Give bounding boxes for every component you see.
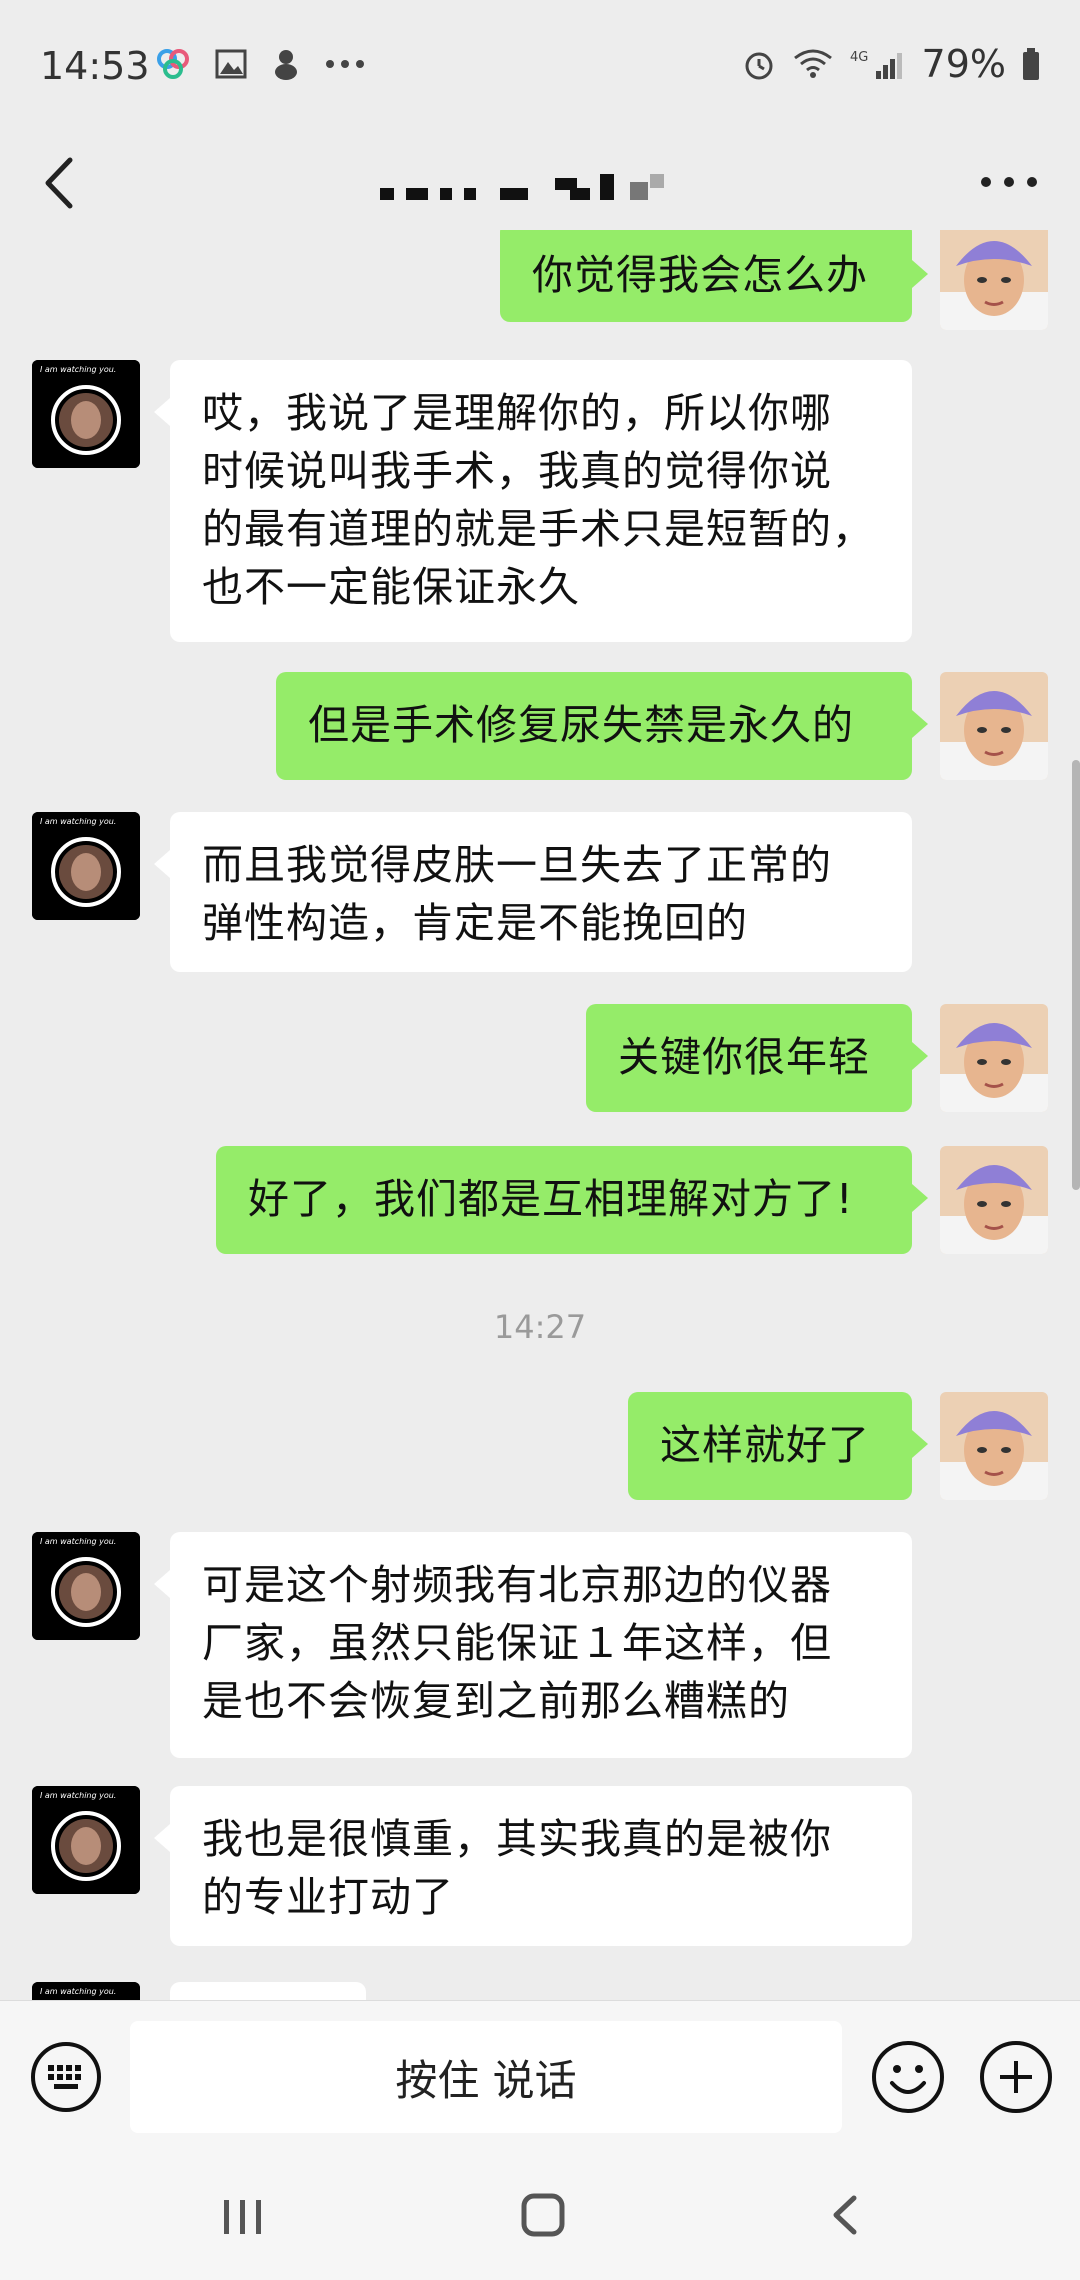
- peer-avatar[interactable]: I am watching you.: [32, 1786, 140, 1894]
- my-message-bubble[interactable]: 好了，我们都是互相理解对方了!: [216, 1146, 928, 1254]
- my-message-bubble[interactable]: 这样就好了: [628, 1392, 928, 1500]
- battery-percent: 79%: [921, 42, 1006, 86]
- cloud-app-icon: [157, 49, 189, 79]
- peer-avatar[interactable]: I am watching you.: [32, 812, 140, 920]
- peer-message-bubble[interactable]: 我也是很慎重，其实我真的是被你 的专业打动了: [154, 1786, 912, 1946]
- peer-message-bubble[interactable]: 可是这个射频我有北京那边的仪器 厂家，虽然只能保证１年这样，但 是也不会恢复到之…: [154, 1532, 912, 1758]
- cat-icon: [275, 50, 297, 80]
- my-avatar[interactable]: [940, 1146, 1048, 1254]
- svg-text:I am watching you.: I am watching you.: [40, 1791, 116, 1800]
- notification-icons: [155, 44, 365, 84]
- message-timestamp: 14:27: [493, 1308, 587, 1346]
- svg-text:I am watching you.: I am watching you.: [40, 365, 116, 374]
- message-row: I am watching you. 我也是很慎重，其实我真的是被你 的专业打动…: [0, 1786, 1080, 1948]
- message-row: 但是手术修复尿失禁是永久的: [0, 672, 1080, 782]
- my-avatar[interactable]: [940, 1004, 1048, 1112]
- back-icon[interactable]: [30, 148, 90, 218]
- peer-message-bubble[interactable]: 哎，我说了是理解你的，所以你哪 时候说叫我手术，我真的觉得你说 的最有道理的就是…: [154, 360, 912, 642]
- peer-avatar[interactable]: I am watching you.: [32, 360, 140, 468]
- my-avatar[interactable]: [940, 1392, 1048, 1500]
- svg-text:I am watching you.: I am watching you.: [40, 1537, 116, 1546]
- message-row: I am watching you. 可是这个射频我有北京那边的仪器 厂家，虽然…: [0, 1532, 1080, 1758]
- status-bar: 14:53 4G 79%: [0, 0, 1080, 130]
- emoji-icon[interactable]: [870, 2039, 946, 2115]
- message-row: I am watching you. 哎，我说了是理解你的，所以你哪 时候说叫我…: [0, 360, 1080, 644]
- nav-recent-icon[interactable]: [218, 2192, 268, 2242]
- chat-header: [0, 130, 1080, 240]
- hold-to-talk-button[interactable]: 按住 说话: [130, 2021, 842, 2133]
- svg-text:I am watching you.: I am watching you.: [40, 1987, 116, 1996]
- message-list[interactable]: 你觉得我会怎么办 I am watching you. 哎，我说了是理解你的，所…: [0, 230, 1080, 2000]
- battery-icon: [1023, 48, 1039, 80]
- my-message-bubble[interactable]: 你觉得我会怎么办: [500, 230, 928, 322]
- more-icon[interactable]: [974, 152, 1044, 212]
- more-notifications-icon: [326, 60, 364, 68]
- my-avatar[interactable]: [940, 230, 1048, 330]
- system-nav-bar: [0, 2150, 1080, 2280]
- message-row-partial: I am watching you.: [0, 1982, 1080, 2000]
- my-message-bubble[interactable]: 关键你很年轻: [586, 1004, 928, 1112]
- my-message-bubble[interactable]: 但是手术修复尿失禁是永久的: [276, 672, 928, 780]
- peer-avatar[interactable]: I am watching you.: [32, 1982, 140, 2000]
- alarm-icon: [745, 52, 773, 80]
- message-row: 这样就好了: [0, 1392, 1080, 1502]
- system-icons: 4G 79%: [742, 42, 1040, 86]
- peer-message-bubble[interactable]: 而且我觉得皮肤一旦失去了正常的 弹性构造，肯定是不能挽回的: [154, 812, 912, 972]
- message-row: I am watching you. 而且我觉得皮肤一旦失去了正常的 弹性构造，…: [0, 812, 1080, 972]
- peer-message-bubble-partial[interactable]: [170, 1982, 366, 2000]
- keyboard-icon[interactable]: [30, 2041, 102, 2113]
- message-row: 你觉得我会怎么办: [0, 230, 1080, 332]
- svg-text:I am watching you.: I am watching you.: [40, 817, 116, 826]
- wifi-icon: [793, 49, 832, 78]
- peer-avatar[interactable]: I am watching you.: [32, 1532, 140, 1640]
- redacted-contact-name: [380, 174, 664, 200]
- input-bar: 按住 说话: [0, 2000, 1080, 2151]
- scrollbar[interactable]: [1072, 760, 1080, 1190]
- plus-icon[interactable]: [978, 2039, 1054, 2115]
- status-time: 14:53: [40, 44, 150, 88]
- signal-icon: 4G: [850, 50, 902, 79]
- nav-home-icon[interactable]: [518, 2190, 568, 2240]
- my-avatar[interactable]: [940, 672, 1048, 780]
- gallery-icon: [215, 49, 247, 79]
- svg-text:4G: 4G: [850, 50, 868, 65]
- message-row: 好了，我们都是互相理解对方了!: [0, 1146, 1080, 1256]
- nav-back-icon[interactable]: [822, 2190, 872, 2240]
- message-row: 关键你很年轻: [0, 1004, 1080, 1114]
